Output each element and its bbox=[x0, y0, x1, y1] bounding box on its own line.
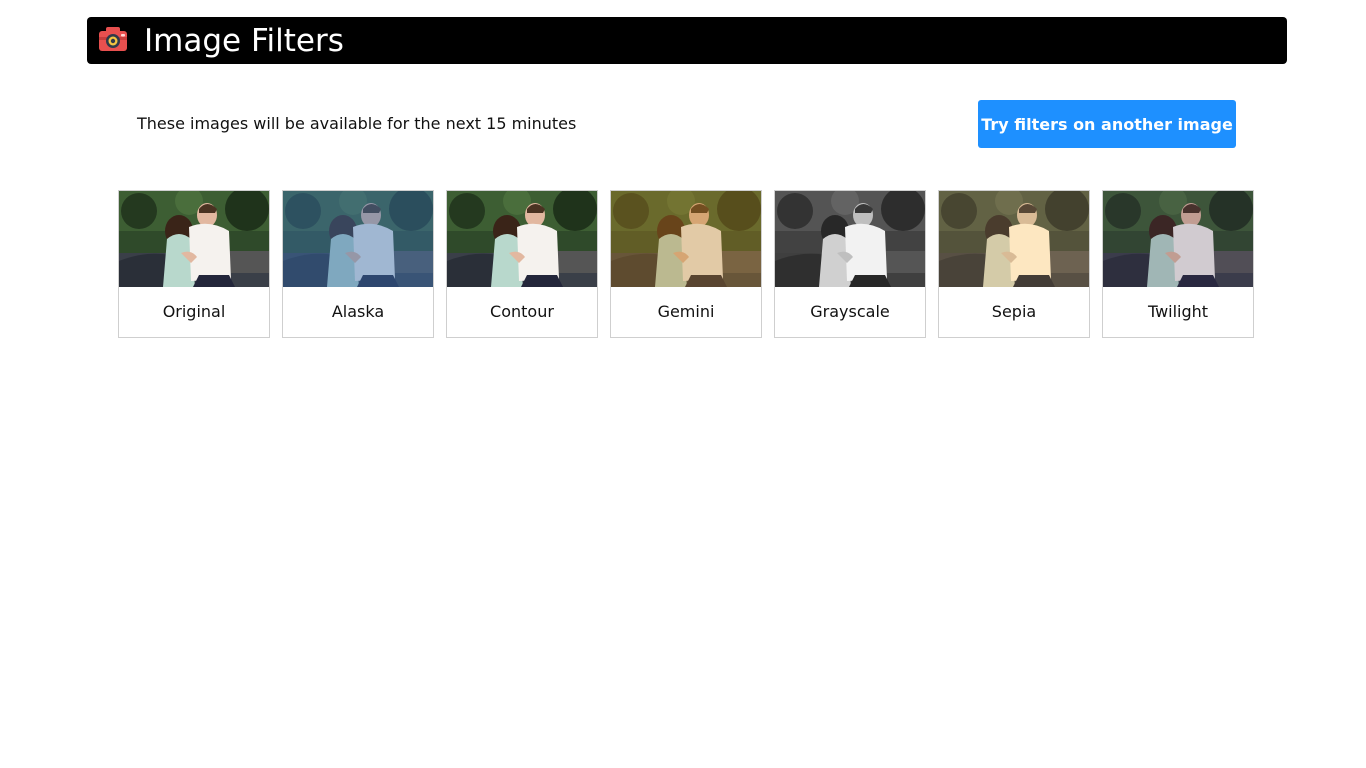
filter-card-original[interactable]: Original bbox=[118, 190, 270, 338]
filter-label-gemini: Gemini bbox=[657, 302, 715, 321]
thumbnail-grayscale bbox=[775, 191, 925, 287]
thumbnail-sepia bbox=[939, 191, 1089, 287]
filter-card-alaska[interactable]: Alaska bbox=[282, 190, 434, 338]
try-another-image-button[interactable]: Try filters on another image bbox=[978, 100, 1236, 148]
filter-label-grayscale: Grayscale bbox=[810, 302, 890, 321]
thumbnail-contour bbox=[447, 191, 597, 287]
app-header: Image Filters bbox=[87, 17, 1287, 64]
thumbnail-alaska bbox=[283, 191, 433, 287]
filter-card-grayscale[interactable]: Grayscale bbox=[774, 190, 926, 338]
filter-card-sepia[interactable]: Sepia bbox=[938, 190, 1090, 338]
filter-card-gemini[interactable]: Gemini bbox=[610, 190, 762, 338]
thumbnail-gemini bbox=[611, 191, 761, 287]
filter-label-original: Original bbox=[162, 302, 226, 321]
filter-card-contour[interactable]: Contour bbox=[446, 190, 598, 338]
availability-notice: These images will be available for the n… bbox=[137, 114, 577, 133]
filter-label-contour: Contour bbox=[490, 302, 554, 321]
thumbnail-original bbox=[119, 191, 269, 287]
filter-card-twilight[interactable]: Twilight bbox=[1102, 190, 1254, 338]
filter-label-alaska: Alaska bbox=[331, 302, 385, 321]
thumbnail-twilight bbox=[1103, 191, 1253, 287]
app-title: Image Filters bbox=[144, 23, 344, 59]
camera-icon bbox=[99, 27, 127, 51]
filter-label-twilight: Twilight bbox=[1147, 302, 1209, 321]
filter-label-sepia: Sepia bbox=[991, 302, 1037, 321]
